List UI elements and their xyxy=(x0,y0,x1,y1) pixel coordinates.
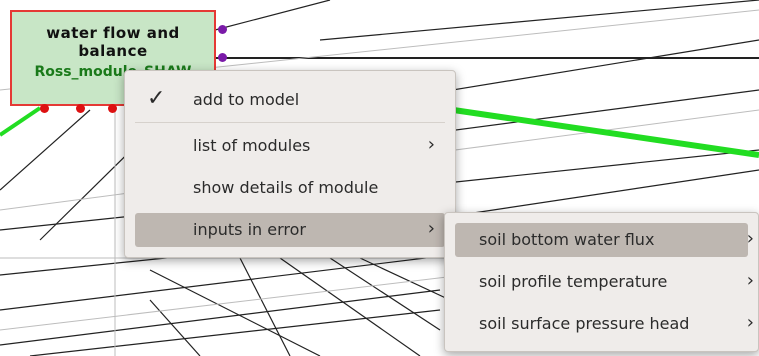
check-icon: ✓ xyxy=(147,86,166,111)
menu-item-label: inputs in error xyxy=(193,220,306,239)
chevron-right-icon: › xyxy=(427,218,435,239)
menu-item-add-to-model[interactable]: ✓ add to model xyxy=(135,83,445,117)
highlighted-link[interactable] xyxy=(439,105,759,158)
menu-item-show-details[interactable]: show details of module xyxy=(135,171,445,205)
chevron-right-icon: › xyxy=(746,228,754,249)
inputs-in-error-submenu: soil bottom water flux › soil profile te… xyxy=(444,212,759,352)
input-port[interactable] xyxy=(108,104,117,113)
input-port[interactable] xyxy=(40,104,49,113)
chevron-right-icon: › xyxy=(746,312,754,333)
menu-item-label: list of modules xyxy=(193,136,311,155)
submenu-item-label: soil bottom water flux xyxy=(479,230,655,249)
module-title-line1: water flow and xyxy=(46,24,180,42)
submenu-item-label: soil surface pressure head xyxy=(479,314,690,333)
submenu-item-soil-surface-pressure-head[interactable]: soil surface pressure head › xyxy=(455,307,754,341)
menu-item-label: show details of module xyxy=(193,178,379,197)
module-title: water flow and balance xyxy=(12,24,214,60)
submenu-item-soil-bottom-water-flux[interactable]: soil bottom water flux › xyxy=(455,223,754,257)
submenu-item-label: soil profile temperature xyxy=(479,272,668,291)
menu-item-inputs-in-error[interactable]: inputs in error › xyxy=(135,213,445,247)
chevron-right-icon: › xyxy=(746,270,754,291)
menu-item-label: add to model xyxy=(193,90,300,109)
output-port[interactable] xyxy=(218,25,227,34)
output-port[interactable] xyxy=(218,53,227,62)
highlighted-link-left[interactable] xyxy=(0,106,42,137)
submenu-item-soil-profile-temperature[interactable]: soil profile temperature › xyxy=(455,265,754,299)
context-menu: ✓ add to model list of modules › show de… xyxy=(124,70,456,258)
menu-item-list-of-modules[interactable]: list of modules › xyxy=(135,129,445,163)
module-title-line2: balance xyxy=(78,42,148,60)
menu-separator xyxy=(135,122,445,123)
chevron-right-icon: › xyxy=(427,134,435,155)
input-port[interactable] xyxy=(76,104,85,113)
